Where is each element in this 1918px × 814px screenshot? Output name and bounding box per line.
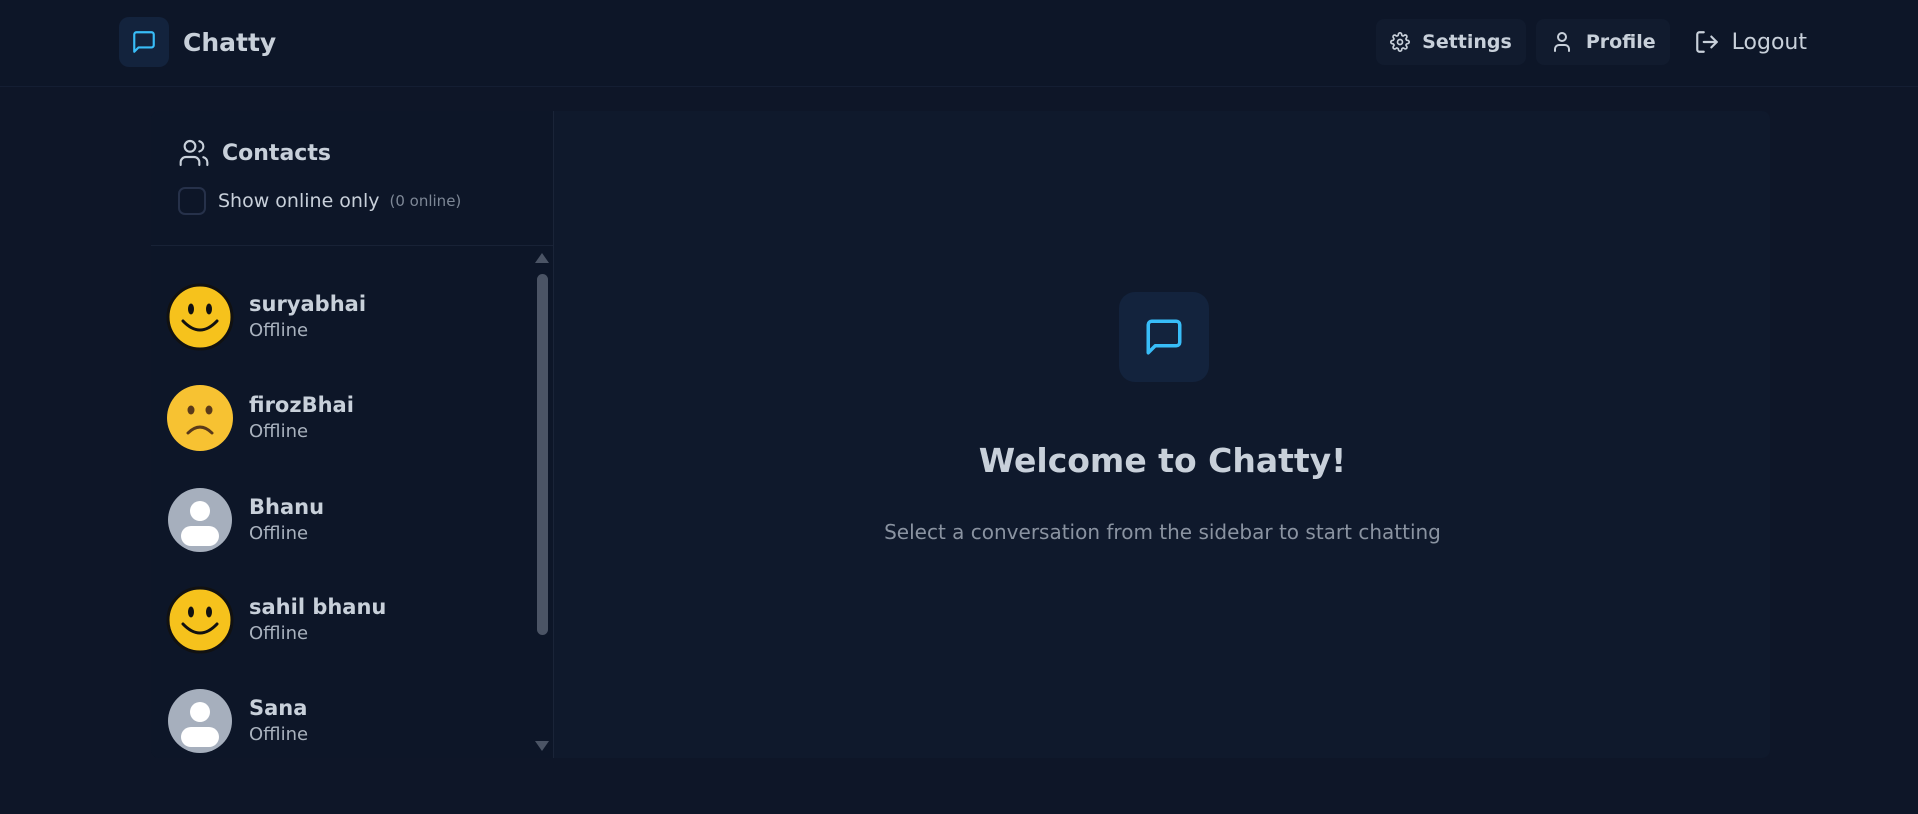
sidebar-header: Contacts Show online only (0 online) (151, 111, 553, 246)
contact-name: suryabhai (249, 292, 367, 316)
contact-list: suryabhai Offline firozBhai Offline Bhan… (151, 247, 553, 758)
contact-item[interactable]: firozBhai Offline (166, 376, 526, 460)
chat-bubble-icon (1119, 292, 1209, 382)
user-icon (1550, 30, 1574, 54)
contact-item[interactable]: Bhanu Offline (166, 478, 526, 562)
logout-label: Logout (1731, 29, 1807, 55)
online-count: (0 online) (389, 192, 462, 210)
users-icon (178, 137, 210, 169)
contacts-title: Contacts (222, 140, 331, 166)
gear-icon (1390, 32, 1411, 52)
show-online-label[interactable]: Show online only (218, 190, 380, 212)
welcome-title: Welcome to Chatty! (978, 441, 1347, 480)
contact-name: Sana (249, 696, 308, 720)
settings-label: Settings (1422, 31, 1512, 53)
top-navbar: Chatty Settings Profile Logout (0, 0, 1918, 87)
smiley-face-avatar-icon (166, 586, 234, 654)
default-user-avatar-icon (166, 687, 234, 755)
contact-status: Offline (249, 623, 309, 644)
contact-status: Offline (249, 320, 309, 341)
profile-button[interactable]: Profile (1535, 19, 1670, 65)
brand-logo-link[interactable]: Chatty (119, 17, 276, 67)
no-chat-selected: Welcome to Chatty! Select a conversation… (555, 111, 1770, 758)
scroll-up-arrow[interactable] (535, 253, 549, 263)
contact-status: Offline (249, 523, 309, 544)
settings-button[interactable]: Settings (1376, 19, 1526, 65)
chat-container: Contacts Show online only (0 online) sur… (151, 111, 1770, 758)
contact-name: Bhanu (249, 495, 325, 519)
contact-item[interactable]: suryabhai Offline (166, 275, 526, 359)
nav-actions: Settings Profile Logout (1376, 17, 1807, 67)
contact-item[interactable]: sahil bhanu Offline (166, 578, 526, 662)
frowning-face-avatar-icon (166, 384, 234, 452)
show-online-checkbox[interactable] (178, 187, 206, 215)
app-name: Chatty (183, 27, 277, 57)
contact-status: Offline (249, 724, 309, 745)
contact-name: firozBhai (249, 393, 354, 417)
default-user-avatar-icon (166, 486, 234, 554)
contacts-heading: Contacts (178, 137, 331, 169)
smiley-face-avatar-icon (166, 283, 234, 351)
logout-button[interactable]: Logout (1680, 19, 1807, 65)
profile-label: Profile (1585, 31, 1656, 53)
contact-name: sahil bhanu (249, 595, 387, 619)
scroll-down-arrow[interactable] (535, 741, 549, 751)
contact-status: Offline (249, 421, 309, 442)
welcome-subtitle: Select a conversation from the sidebar t… (884, 520, 1441, 544)
scrollbar-thumb[interactable] (537, 274, 548, 635)
online-filter: Show online only (0 online) (178, 187, 461, 215)
contact-item[interactable]: Sana Offline (166, 679, 526, 758)
contacts-sidebar: Contacts Show online only (0 online) sur… (151, 111, 554, 758)
chat-bubble-icon (119, 17, 169, 67)
logout-icon (1694, 29, 1720, 55)
